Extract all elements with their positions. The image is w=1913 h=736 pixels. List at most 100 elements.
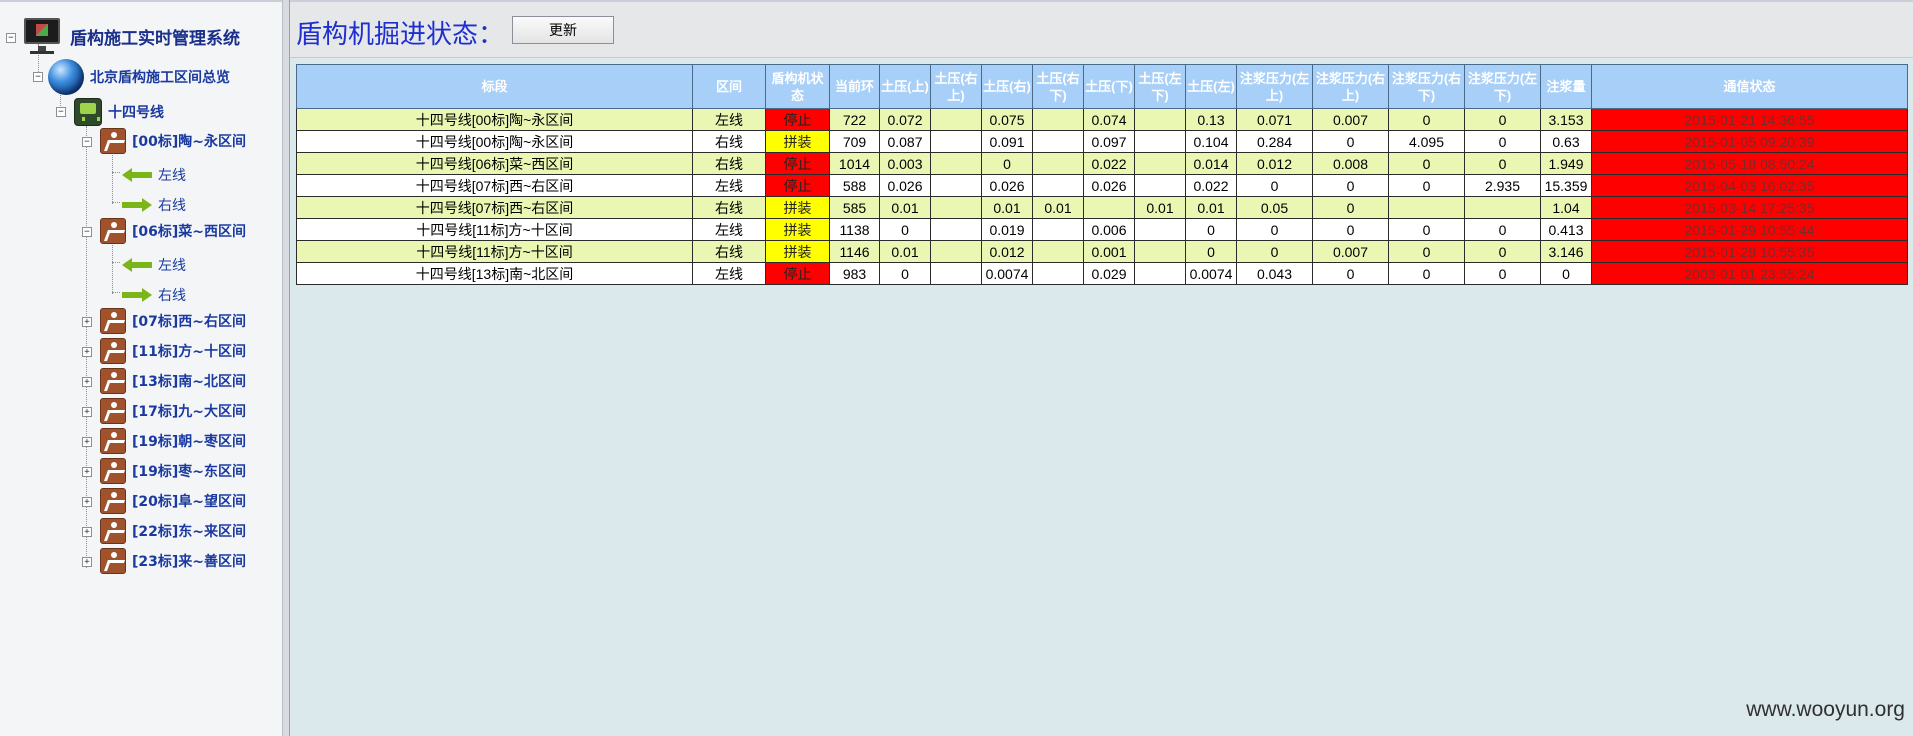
- tree-section-06-right-line[interactable]: 右线: [122, 285, 186, 305]
- table-row[interactable]: 十四号线[13标]南~北区间 左线 停止 983 0 0.0074 0.029 0.0074 0…: [296, 262, 1908, 285]
- tree-section-11-fang-shi[interactable]: [11标]方~十区间: [100, 338, 246, 364]
- tunnel-worker-icon: [100, 458, 126, 484]
- tree-section-06-left-line[interactable]: 左线: [122, 255, 186, 275]
- leaf-label: 左线: [158, 168, 186, 184]
- section-8-toggle[interactable]: +: [82, 497, 92, 507]
- table-cell: [930, 262, 982, 285]
- section-7-toggle[interactable]: +: [82, 467, 92, 477]
- table-cell: 0: [981, 152, 1033, 175]
- table-cell: [1032, 240, 1084, 263]
- tree-section-23-lai-shan[interactable]: [23标]来~善区间: [100, 548, 246, 574]
- table-cell: 1138: [829, 218, 880, 241]
- comm-status-cell: 2015-01-05 09:20:39: [1591, 130, 1908, 153]
- column-header: 土压(下): [1083, 64, 1135, 109]
- panel-splitter[interactable]: [282, 0, 290, 736]
- table-cell: 0.01: [1185, 196, 1237, 219]
- tree-section-19-chao-zao[interactable]: [19标]朝~枣区间: [100, 428, 246, 454]
- table-cell: 0.026: [879, 174, 931, 197]
- table-row[interactable]: 十四号线[06标]菜~西区间 右线 停止 1014 0.003 0 0.022 0.014 0.…: [296, 152, 1908, 175]
- section-9-toggle[interactable]: +: [82, 527, 92, 537]
- table-cell: 1014: [829, 152, 880, 175]
- section-0-toggle[interactable]: −: [82, 137, 92, 147]
- section-3-toggle[interactable]: +: [82, 347, 92, 357]
- section-label: [00标]陶~永区间: [132, 134, 247, 150]
- tree-section-06-cai-xi[interactable]: [06标]菜~西区间: [100, 218, 246, 244]
- leaf-label: 右线: [158, 198, 186, 214]
- table-cell: 十四号线[00标]陶~永区间: [296, 130, 693, 153]
- line-collapse-toggle[interactable]: −: [56, 107, 66, 117]
- table-cell: 588: [829, 174, 880, 197]
- tunnel-worker-icon: [100, 368, 126, 394]
- table-cell: 十四号线[11标]方~十区间: [296, 240, 693, 263]
- root-collapse-toggle[interactable]: −: [6, 33, 16, 43]
- section-6-toggle[interactable]: +: [82, 437, 92, 447]
- tree-section-19-zao-dong[interactable]: [19标]枣~东区间: [100, 458, 246, 484]
- section-2-toggle[interactable]: +: [82, 317, 92, 327]
- table-cell: 0.006: [1083, 218, 1135, 241]
- table-row[interactable]: 十四号线[11标]方~十区间 左线 拼装 1138 0 0.019 0.006 0 0 0 0 0 0.…: [296, 218, 1908, 241]
- tree-section-07-xi-you[interactable]: [07标]西~右区间: [100, 308, 246, 334]
- table-row[interactable]: 十四号线[00标]陶~永区间 左线 停止 722 0.072 0.075 0.074 0.13…: [296, 108, 1908, 131]
- column-header: 土压(左): [1185, 64, 1237, 109]
- tree-overview-label: 北京盾构施工区间总览: [90, 70, 230, 86]
- table-cell: 0: [1185, 240, 1237, 263]
- section-10-toggle[interactable]: +: [82, 557, 92, 567]
- table-cell: 0: [1388, 262, 1465, 285]
- table-row[interactable]: 十四号线[07标]西~右区间 右线 拼装 585 0.01 0.01 0.01 0.01 0.0…: [296, 196, 1908, 219]
- table-cell: 右线: [692, 240, 766, 263]
- table-cell: 0.104: [1185, 130, 1237, 153]
- table-cell: 0.01: [879, 240, 931, 263]
- section-4-toggle[interactable]: +: [82, 377, 92, 387]
- section-1-toggle[interactable]: −: [82, 227, 92, 237]
- table-cell: [1032, 174, 1084, 197]
- section-label: [06标]菜~西区间: [132, 224, 247, 240]
- tree-section-00-right-line[interactable]: 右线: [122, 195, 186, 215]
- tree-section-20-fu-wang[interactable]: [20标]阜~望区间: [100, 488, 246, 514]
- tree-section-17-jiu-da[interactable]: [17标]九~大区间: [100, 398, 246, 424]
- refresh-button[interactable]: 更新: [512, 16, 614, 44]
- table-row[interactable]: 十四号线[11标]方~十区间 右线 拼装 1146 0.01 0.012 0.001 0 0 0.…: [296, 240, 1908, 263]
- table-cell: 0.413: [1540, 218, 1592, 241]
- table-row[interactable]: 十四号线[00标]陶~永区间 右线 拼装 709 0.087 0.091 0.097 0.10…: [296, 130, 1908, 153]
- tree-line-14[interactable]: 十四号线: [74, 98, 164, 126]
- tree-root[interactable]: 盾构施工实时管理系统: [20, 16, 240, 56]
- table-cell: 2.935: [1464, 174, 1541, 197]
- tree-overview[interactable]: 北京盾构施工区间总览: [48, 59, 230, 95]
- tunnel-worker-icon: [100, 308, 126, 334]
- main-panel: 盾构机掘进状态： 更新 标段 区间 盾构机状态 当前环 土压(上) 土压(右上) 土压(右)…: [290, 0, 1913, 736]
- tree-section-22-dong-lai[interactable]: [22标]东~来区间: [100, 518, 246, 544]
- table-cell: 十四号线[00标]陶~永区间: [296, 108, 693, 131]
- tree-section-13-nan-bei[interactable]: [13标]南~北区间: [100, 368, 246, 394]
- table-cell: 0: [1185, 218, 1237, 241]
- tbm-status-cell: 拼装: [765, 240, 830, 263]
- table-cell: [1134, 108, 1186, 131]
- comm-status-cell: 2015-03-14 17:25:35: [1591, 196, 1908, 219]
- globe-icon: [48, 59, 84, 95]
- table-cell: 585: [829, 196, 880, 219]
- table-cell: [1134, 174, 1186, 197]
- table-cell: 0: [1464, 262, 1541, 285]
- table-cell: 0: [1388, 152, 1465, 175]
- table-cell: [1134, 130, 1186, 153]
- table-cell: [930, 130, 982, 153]
- monitor-icon: [20, 16, 64, 56]
- leaf-label: 左线: [158, 258, 186, 274]
- table-cell: [1083, 196, 1135, 219]
- table-cell: 0.026: [981, 174, 1033, 197]
- table-cell: 0.01: [981, 196, 1033, 219]
- table-cell: 0: [1312, 196, 1389, 219]
- table-cell: 0.012: [981, 240, 1033, 263]
- table-cell: 右线: [692, 196, 766, 219]
- tree-section-00-tao-yong[interactable]: [00标]陶~永区间: [100, 128, 246, 154]
- table-cell: [1134, 262, 1186, 285]
- column-header: 注浆压力(左下): [1464, 64, 1541, 109]
- table-cell: 0.007: [1312, 240, 1389, 263]
- column-header: 注浆量: [1540, 64, 1592, 109]
- section-5-toggle[interactable]: +: [82, 407, 92, 417]
- table-cell: 0.097: [1083, 130, 1135, 153]
- arrow-left-icon: [122, 168, 152, 182]
- overview-collapse-toggle[interactable]: −: [33, 72, 43, 82]
- table-row[interactable]: 十四号线[07标]西~右区间 左线 停止 588 0.026 0.026 0.026 0.02…: [296, 174, 1908, 197]
- tree-section-00-left-line[interactable]: 左线: [122, 165, 186, 185]
- table-cell: 0.043: [1236, 262, 1313, 285]
